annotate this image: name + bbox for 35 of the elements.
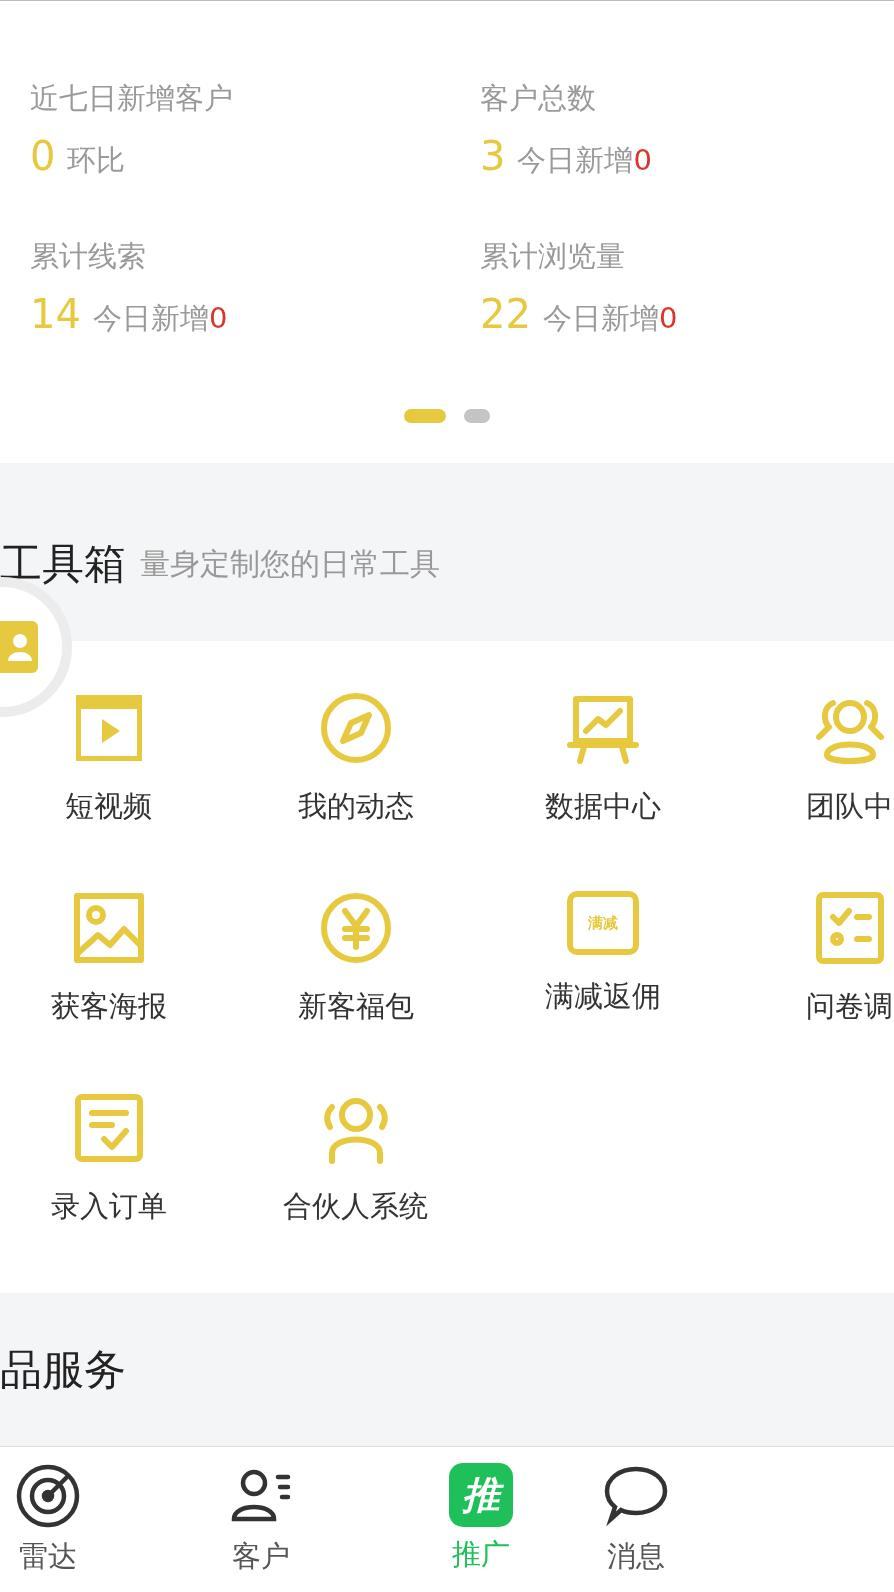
tool-label[interactable]: 录入订单	[50, 1187, 167, 1227]
tool-label[interactable]: 问卷调	[806, 987, 893, 1027]
stat-label: 客户总数	[480, 80, 597, 117]
stat-note: 今日新增0	[517, 142, 652, 179]
stat-value: 14	[30, 291, 81, 337]
stat-value: 3	[480, 133, 506, 179]
section-title: 工具箱	[0, 538, 126, 590]
stat-note: 环比	[67, 142, 126, 179]
stat-note: 今日新增0	[542, 300, 678, 337]
contact-card-icon	[0, 621, 38, 673]
tool-label[interactable]: 新客福包	[297, 987, 414, 1027]
tab-button[interactable]: 消息	[536, 1447, 736, 1592]
image-icon	[71, 891, 146, 965]
stat-label: 累计浏览量	[480, 238, 626, 275]
radar-icon	[15, 1463, 81, 1529]
tool-label[interactable]: 短视频	[65, 787, 152, 827]
yen-coin-icon	[318, 891, 393, 965]
tool-label[interactable]: 满减返佣	[544, 977, 661, 1017]
promote-badge: 推	[449, 1463, 513, 1527]
stat-value: 22	[480, 291, 531, 337]
stat-note: 今日新增0	[92, 300, 228, 337]
tab-button[interactable]: 雷达	[0, 1447, 96, 1592]
tab-button[interactable]: 客户	[96, 1447, 426, 1592]
stat-label: 近七日新增客户	[30, 80, 234, 117]
stat-value: 0	[30, 133, 56, 179]
coupon-icon: 满减	[566, 891, 639, 955]
tool-label[interactable]: 获客海报	[50, 987, 167, 1027]
stat-label: 累计线索	[30, 238, 147, 275]
section-subtitle: 量身定制您的日常工具	[140, 544, 440, 583]
tool-label[interactable]: 团队中	[806, 787, 893, 827]
compass-icon	[318, 691, 393, 765]
section-title: 品服务	[0, 1343, 126, 1396]
tool-label[interactable]: 我的动态	[297, 787, 414, 827]
tool-label[interactable]: 合伙人系统	[283, 1187, 428, 1227]
tool-label[interactable]: 数据中心	[544, 787, 661, 827]
